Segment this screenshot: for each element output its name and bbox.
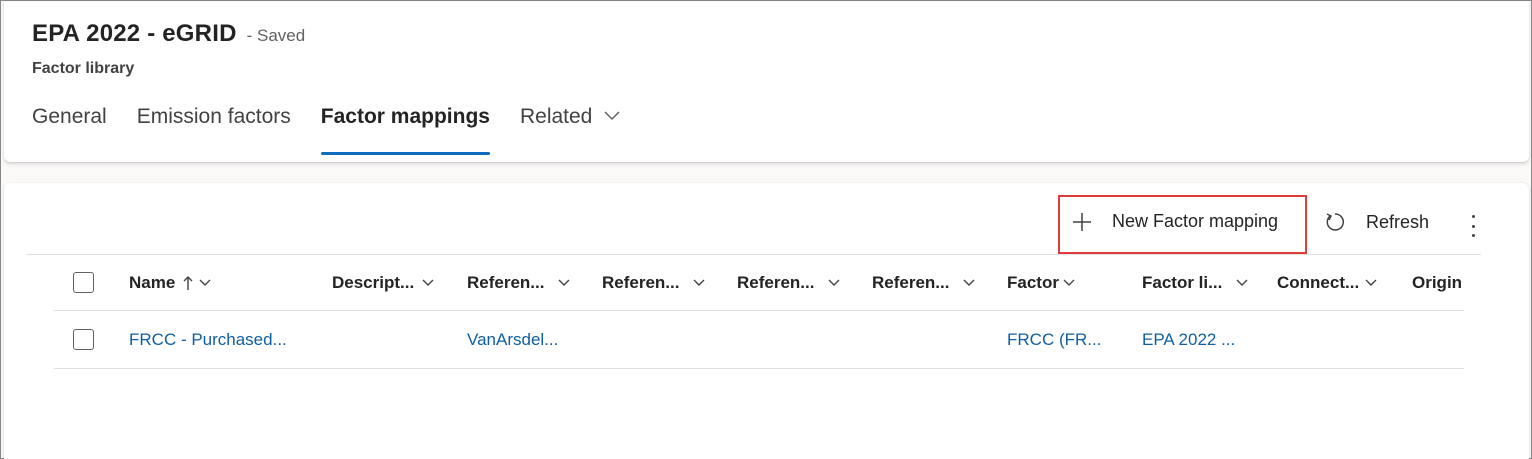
- column-header-reference-2[interactable]: Referen...: [602, 255, 705, 310]
- column-header-origin[interactable]: Origin: [1412, 255, 1466, 310]
- column-header-description[interactable]: Descript...: [332, 255, 434, 310]
- tab-emission-factors[interactable]: Emission factors: [137, 105, 291, 155]
- more-vertical-icon-dot: [1471, 215, 1475, 218]
- column-header-connection[interactable]: Connect...: [1277, 255, 1377, 310]
- select-all-checkbox-cell: [73, 255, 94, 310]
- tab-list: General Emission factors Factor mappings…: [32, 105, 650, 155]
- column-label: Connect...: [1277, 272, 1360, 292]
- cell-factor-link[interactable]: FRCC (FR...: [1007, 311, 1101, 368]
- button-label: Refresh: [1366, 211, 1430, 232]
- cell-reference-link[interactable]: VanArsdel...: [467, 311, 558, 368]
- tab-related[interactable]: Related: [520, 105, 620, 155]
- chevron-down-icon: [199, 279, 211, 287]
- column-header-reference-3[interactable]: Referen...: [737, 255, 840, 310]
- column-label: Referen...: [602, 272, 680, 292]
- new-factor-mapping-button[interactable]: New Factor mapping: [1072, 211, 1278, 232]
- record-title: EPA 2022 - eGRID: [32, 20, 237, 47]
- save-status: - Saved: [246, 26, 306, 45]
- chevron-down-icon: [1365, 279, 1377, 287]
- chevron-down-icon: [604, 111, 620, 121]
- entity-name: Factor library: [32, 60, 135, 77]
- row-checkbox[interactable]: [73, 329, 94, 350]
- cell-factor-library-link[interactable]: EPA 2022 ...: [1142, 311, 1235, 368]
- column-header-reference-1[interactable]: Referen...: [467, 255, 570, 310]
- refresh-icon: [1324, 211, 1346, 233]
- chevron-down-icon: [828, 279, 840, 287]
- plus-icon: [1072, 212, 1092, 232]
- column-header-factor[interactable]: Factor: [1007, 255, 1075, 310]
- column-label: Factor li...: [1142, 272, 1223, 292]
- more-vertical-icon-dot: [1471, 234, 1475, 237]
- refresh-button[interactable]: Refresh: [1324, 211, 1429, 233]
- cell-name-link[interactable]: FRCC - Purchased...: [129, 311, 287, 368]
- sort-ascending-icon: [183, 275, 193, 291]
- column-label: Name: [129, 272, 176, 292]
- grid-header-row: Name Descript... Referen... Referen... R…: [54, 255, 1464, 311]
- form-header: EPA 2022 - eGRID - Saved Factor library …: [4, 1, 1529, 162]
- table-row[interactable]: FRCC - Purchased... VanArsdel... FRCC (F…: [54, 311, 1464, 369]
- column-label: Referen...: [872, 272, 950, 292]
- title-row: EPA 2022 - eGRID - Saved: [32, 20, 305, 48]
- chevron-down-icon: [1236, 279, 1248, 287]
- tab-label: Factor mappings: [320, 105, 490, 128]
- tab-factor-mappings[interactable]: Factor mappings: [320, 105, 491, 155]
- tab-label: Emission factors: [136, 105, 291, 128]
- tab-general[interactable]: General: [32, 105, 107, 155]
- more-vertical-icon-dot: [1471, 224, 1475, 228]
- tab-label: Related: [519, 105, 593, 128]
- chevron-down-icon: [963, 279, 975, 287]
- column-label: Referen...: [737, 272, 815, 292]
- column-header-factor-library[interactable]: Factor li...: [1142, 255, 1248, 310]
- column-label: Origin: [1412, 272, 1463, 292]
- column-header-name[interactable]: Name: [129, 255, 211, 310]
- select-all-checkbox[interactable]: [73, 272, 94, 293]
- chevron-down-icon: [693, 279, 705, 287]
- column-label: Factor: [1007, 272, 1059, 292]
- more-commands-button[interactable]: [1466, 215, 1480, 237]
- button-label: New Factor mapping: [1112, 211, 1279, 231]
- subgrid-panel: New Factor mapping Refresh Name Descript…: [4, 183, 1529, 459]
- chevron-down-icon: [422, 279, 434, 287]
- chevron-down-icon: [1063, 279, 1075, 287]
- column-header-reference-4[interactable]: Referen...: [872, 255, 975, 310]
- column-label: Referen...: [467, 272, 545, 292]
- row-checkbox-cell: [73, 311, 94, 368]
- column-label: Descript...: [332, 272, 415, 292]
- tab-label: General: [32, 105, 107, 128]
- chevron-down-icon: [558, 279, 570, 287]
